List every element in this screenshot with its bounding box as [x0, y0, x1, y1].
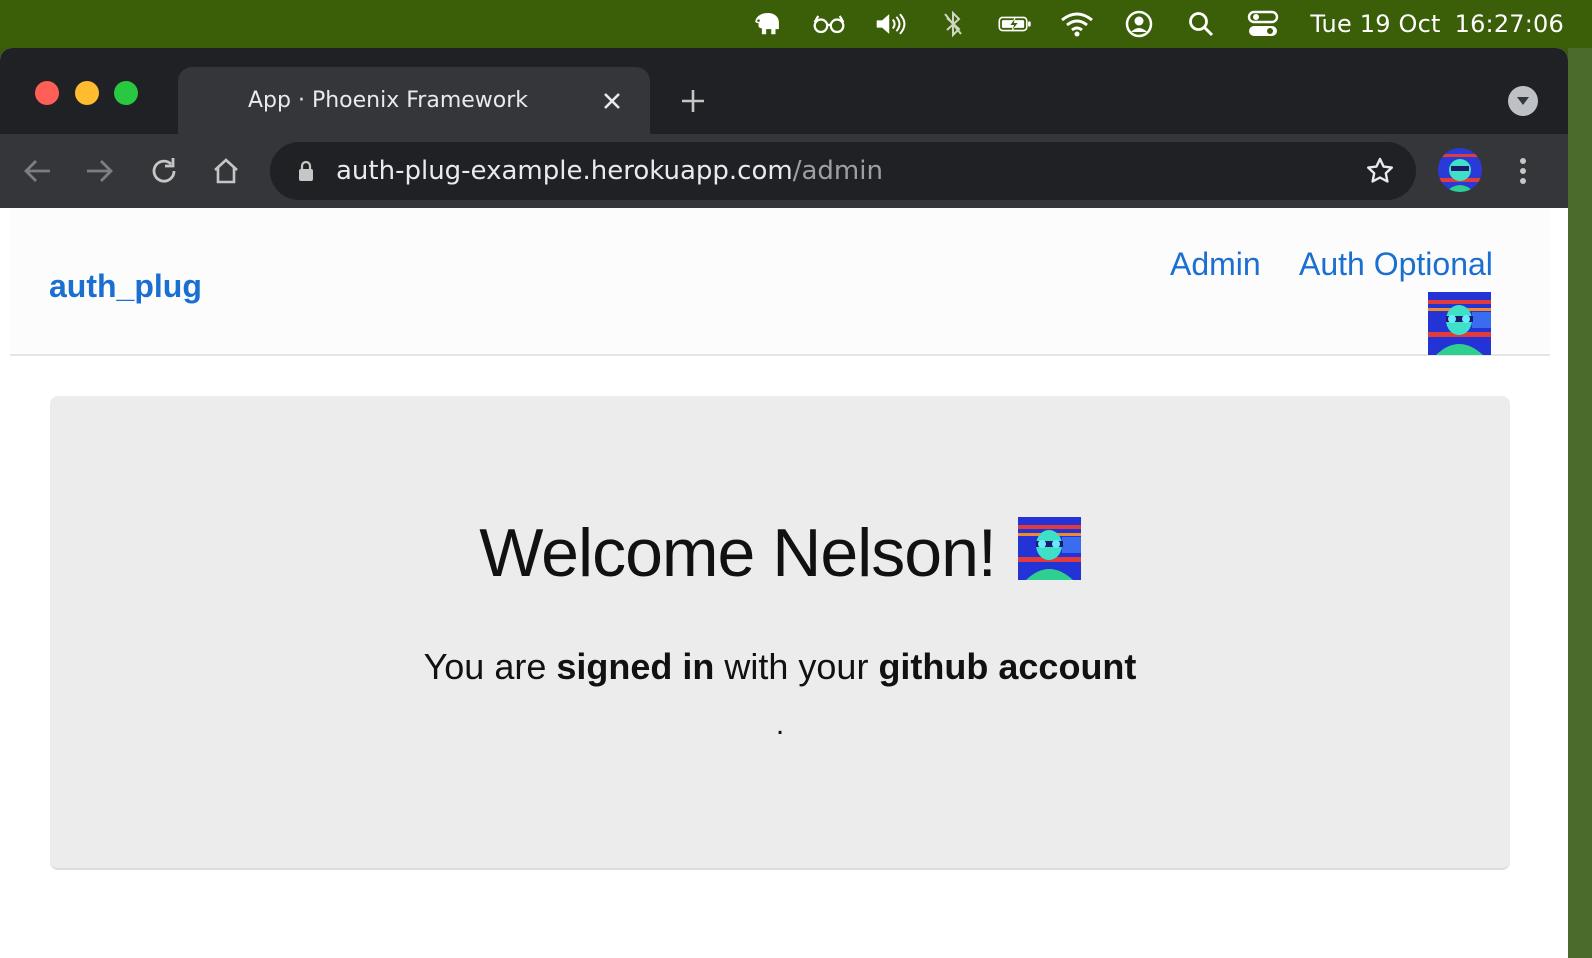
reload-icon[interactable] [145, 152, 183, 190]
url-text[interactable]: auth-plug-example.herokuapp.com/admin [336, 156, 1362, 186]
elephant-icon[interactable] [750, 9, 784, 39]
wifi-icon[interactable] [1060, 9, 1094, 39]
minimize-window-button[interactable] [75, 81, 99, 105]
address-bar[interactable]: auth-plug-example.herokuapp.com/admin [270, 142, 1416, 200]
spotlight-search-icon[interactable] [1184, 9, 1218, 39]
welcome-avatar [1017, 516, 1081, 580]
lock-icon[interactable] [296, 159, 316, 183]
control-center-icon[interactable] [1246, 9, 1280, 39]
message-middle: with your [714, 646, 879, 687]
trailing-period: . [775, 708, 785, 741]
browser-window: App · Phoenix Framework auth-plug-exampl… [0, 48, 1568, 958]
close-tab-icon[interactable] [594, 83, 630, 119]
bookmark-star-icon[interactable] [1362, 153, 1398, 189]
welcome-panel: Welcome Nelson! You are signed in with y… [50, 396, 1510, 870]
back-arrow-icon[interactable] [18, 152, 56, 190]
home-icon[interactable] [207, 152, 245, 190]
signed-in-message: You are signed in with your github accou… [50, 646, 1510, 688]
brand-link[interactable]: auth_plug [49, 268, 202, 305]
user-avatar[interactable] [1428, 292, 1491, 355]
welcome-row: Welcome Nelson! [50, 514, 1510, 592]
user-account-icon[interactable] [1122, 9, 1156, 39]
zoom-window-button[interactable] [114, 81, 138, 105]
forward-arrow-icon[interactable] [81, 152, 119, 190]
desktop-background [1568, 48, 1592, 958]
macos-menu-bar: Tue 19 Oct 16:27:06 [0, 0, 1592, 48]
web-page: auth_plug Admin Auth Optional Welcome Ne… [0, 208, 1568, 958]
bluetooth-icon[interactable] [936, 9, 970, 39]
message-prefix: You are [423, 646, 557, 687]
browser-toolbar: auth-plug-example.herokuapp.com/admin [0, 134, 1568, 208]
battery-charging-icon[interactable] [998, 9, 1032, 39]
tab-active[interactable]: App · Phoenix Framework [178, 67, 650, 134]
nav-link-auth-optional[interactable]: Auth Optional [1299, 246, 1493, 283]
menu-bar-clock[interactable]: Tue 19 Oct 16:27:06 [1310, 10, 1564, 38]
menu-bar-time: 16:27:06 [1454, 10, 1564, 38]
volume-icon[interactable] [874, 9, 908, 39]
profile-avatar[interactable] [1438, 148, 1482, 192]
tab-search-dropdown-icon[interactable] [1508, 86, 1538, 116]
welcome-heading: Welcome Nelson! [479, 515, 997, 591]
message-github-account: github account [878, 646, 1137, 687]
tab-title: App · Phoenix Framework [248, 88, 529, 113]
message-signed-in: signed in [556, 646, 715, 687]
more-menu-icon[interactable] [1508, 152, 1538, 190]
nav-link-admin[interactable]: Admin [1170, 246, 1261, 283]
tab-strip: App · Phoenix Framework [0, 48, 1568, 134]
url-host: auth-plug-example.herokuapp.com [336, 156, 793, 186]
new-tab-icon[interactable] [676, 84, 710, 118]
menu-bar-date: Tue 19 Oct [1310, 10, 1441, 38]
url-path: /admin [792, 156, 883, 186]
site-header: auth_plug Admin Auth Optional [10, 208, 1550, 356]
close-window-button[interactable] [35, 81, 59, 105]
glasses-icon[interactable] [812, 9, 846, 39]
